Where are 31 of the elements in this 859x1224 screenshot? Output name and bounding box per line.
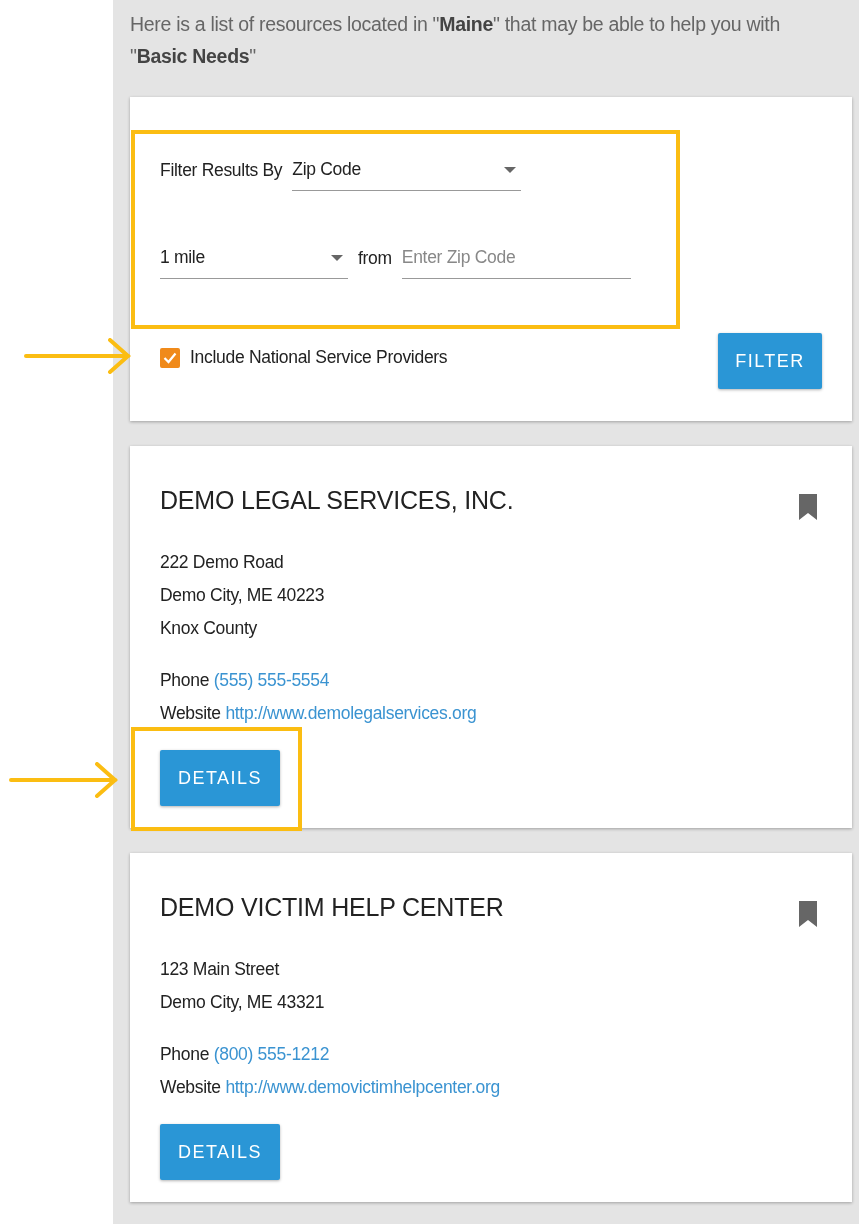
filter-by-dropdown[interactable]: Zip Code bbox=[292, 157, 522, 191]
details-button[interactable]: DETAILS bbox=[160, 750, 280, 806]
distance-dropdown[interactable]: 1 mile bbox=[160, 245, 348, 279]
address-line: 222 Demo Road bbox=[160, 551, 284, 574]
phone-link[interactable]: (555) 555-5554 bbox=[213, 670, 330, 690]
dropdown-caret-icon bbox=[330, 253, 344, 262]
details-button[interactable]: DETAILS bbox=[160, 1124, 280, 1180]
from-label: from bbox=[358, 248, 392, 270]
bookmark-icon[interactable] bbox=[799, 494, 817, 520]
arrow-icon bbox=[9, 762, 119, 798]
organization-name: DEMO LEGAL SERVICES, INC. bbox=[160, 486, 514, 515]
filter-button[interactable]: FILTER bbox=[718, 333, 822, 389]
intro-text: Here is a list of resources located in "Maine" that may be able to help you with "Basic Needs" bbox=[130, 12, 781, 69]
dropdown-caret-icon bbox=[503, 165, 518, 174]
bookmark-icon[interactable] bbox=[799, 901, 817, 927]
website-link[interactable]: http://www.demolegalservices.org bbox=[225, 703, 477, 723]
filter-label: Filter Results By bbox=[160, 160, 283, 182]
phone-link[interactable]: (800) 555-1212 bbox=[213, 1044, 330, 1064]
website-link[interactable]: http://www.demovictimhelpcenter.org bbox=[225, 1077, 500, 1097]
phone-line: Phone (555) 555-5554 bbox=[160, 669, 330, 692]
phone-line: Phone (800) 555-1212 bbox=[160, 1043, 330, 1066]
checkbox[interactable] bbox=[160, 347, 180, 368]
arrow-icon bbox=[24, 338, 132, 374]
address-line: 123 Main Street bbox=[160, 958, 280, 981]
organization-name: DEMO VICTIM HELP CENTER bbox=[160, 893, 504, 922]
website-line: Website http://www.demovictimhelpcenter.org bbox=[160, 1076, 500, 1099]
website-line: Website http://www.demolegalservices.org bbox=[160, 702, 477, 725]
checkbox-label: Include National Service Providers bbox=[190, 347, 448, 368]
address-line: Demo City, ME 40223 bbox=[160, 584, 325, 607]
address-line: Demo City, ME 43321 bbox=[160, 991, 325, 1014]
address-line: Knox County bbox=[160, 617, 257, 640]
